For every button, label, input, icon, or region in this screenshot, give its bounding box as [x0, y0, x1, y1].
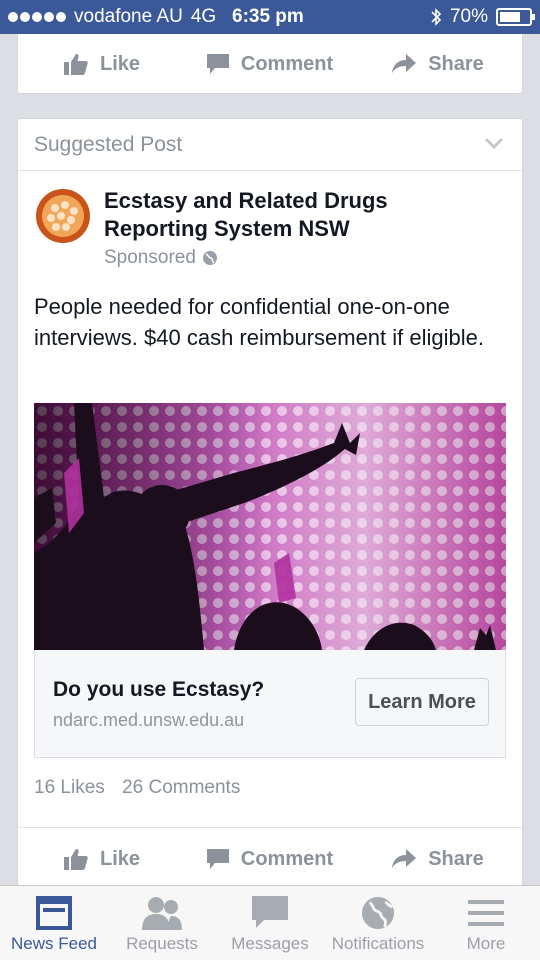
thumbs-up-icon	[63, 54, 88, 75]
globe-icon	[202, 251, 217, 265]
bluetooth-icon	[431, 8, 442, 26]
comment-button[interactable]: Comment	[186, 34, 354, 94]
chevron-down-icon[interactable]	[484, 137, 504, 149]
suggested-post-header: Suggested Post	[18, 119, 522, 171]
clock: 6:35 pm	[232, 6, 304, 27]
battery-percent: 70%	[449, 6, 488, 27]
status-bar: vodafone AU 4G 6:35 pm 70%	[0, 0, 540, 34]
comment-label: Comment	[240, 847, 334, 870]
likes-count[interactable]: 16 Likes	[34, 777, 105, 798]
link-title[interactable]: Do you use Ecstasy?	[53, 678, 264, 702]
like-button[interactable]: Like	[18, 34, 186, 94]
news-feed-icon	[36, 896, 72, 930]
previous-post-card: Like Comment Share	[17, 34, 523, 94]
like-label: Like	[99, 847, 141, 870]
sponsored-label: Sponsored	[104, 247, 218, 269]
link-preview[interactable]: Do you use Ecstasy? ndarc.med.unsw.edu.a…	[34, 650, 506, 758]
action-bar: Like Comment Share	[18, 34, 522, 94]
tab-label: More	[466, 934, 506, 953]
comment-button[interactable]: Comment	[186, 829, 354, 889]
tab-more[interactable]: More	[432, 886, 540, 960]
globe-icon	[361, 896, 395, 930]
engagement-counts: 16 Likes 26 Comments	[34, 777, 252, 799]
sponsored-text: Sponsored	[104, 247, 196, 268]
divider	[18, 827, 522, 828]
tab-label: Messages	[231, 934, 309, 953]
share-label: Share	[428, 52, 484, 75]
post-body-text: People needed for confidential one-on-on…	[34, 294, 484, 350]
tab-notifications[interactable]: Notifications	[324, 886, 432, 960]
link-url: ndarc.med.unsw.edu.au	[53, 710, 245, 730]
ad-image[interactable]	[34, 403, 506, 650]
messages-icon	[252, 896, 288, 928]
tab-news-feed[interactable]: News Feed	[0, 886, 108, 960]
thumbs-up-icon	[63, 849, 88, 870]
signal-strength-icon	[8, 12, 66, 22]
comments-count[interactable]: 26 Comments	[122, 777, 240, 798]
like-button[interactable]: Like	[18, 829, 186, 889]
tab-label: Notifications	[331, 934, 425, 953]
suggested-post-title: Suggested Post	[34, 133, 183, 156]
learn-more-button[interactable]: Learn More	[355, 678, 489, 726]
tab-label: News Feed	[11, 934, 97, 953]
comment-icon	[206, 849, 229, 869]
post-action-bar: Like Comment Share	[18, 829, 522, 889]
suggested-post-card: Suggested Post Ecstasy and Related Drugs…	[17, 118, 523, 888]
page-avatar[interactable]	[34, 187, 92, 245]
friend-requests-icon	[142, 897, 182, 930]
tab-label: Requests	[126, 934, 198, 953]
comment-icon	[206, 54, 229, 74]
share-button[interactable]: Share	[354, 829, 522, 889]
page-name-link[interactable]: Ecstasy and Related Drugs Reporting Syst…	[104, 187, 434, 243]
battery-icon	[496, 8, 535, 26]
share-arrow-icon	[392, 849, 417, 868]
carrier-name: vodafone AU	[74, 6, 183, 27]
tab-requests[interactable]: Requests	[108, 886, 216, 960]
share-label: Share	[428, 847, 484, 870]
tab-bar: News Feed Requests Messages Notification…	[0, 885, 540, 960]
tab-messages[interactable]: Messages	[216, 886, 324, 960]
like-label: Like	[99, 52, 141, 75]
network-type: 4G	[190, 6, 217, 27]
menu-icon	[468, 900, 504, 926]
share-arrow-icon	[392, 54, 417, 73]
share-button[interactable]: Share	[354, 34, 522, 94]
comment-label: Comment	[240, 52, 334, 75]
